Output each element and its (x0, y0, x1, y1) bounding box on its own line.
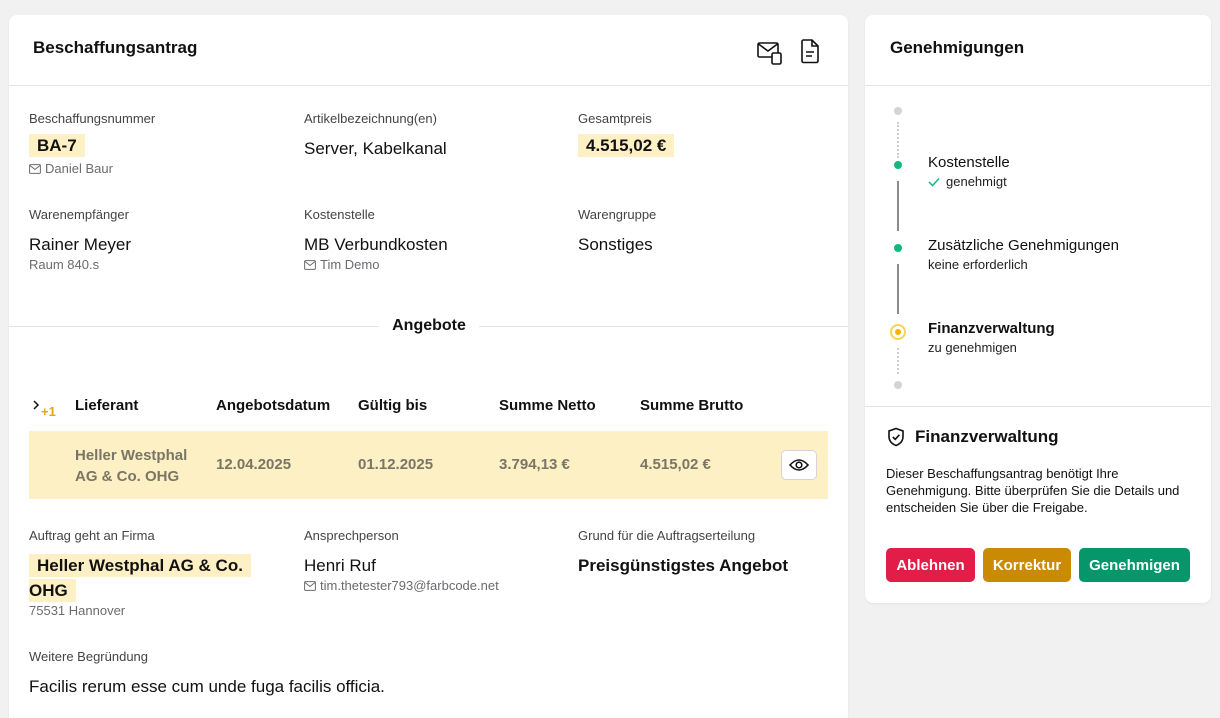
step-pending-dot (895, 329, 901, 335)
document-icon-button[interactable] (795, 36, 825, 66)
mail-icon (304, 580, 316, 591)
gross-cell: 4.515,02 € (640, 456, 711, 473)
number-value: BA-7 (29, 134, 85, 157)
timeline-start-dot (894, 107, 902, 115)
number-user: Daniel Baur (29, 161, 113, 176)
timeline-connector (897, 181, 899, 231)
step-title-finance: Finanzverwaltung (928, 320, 1055, 337)
panel-title: Finanzverwaltung (915, 427, 1059, 446)
more-reason-label: Weitere Begründung (29, 649, 149, 664)
company-label: Auftrag geht an Firma (29, 528, 155, 543)
total-value: 4.515,02 € (578, 134, 675, 157)
chevron-right-icon (33, 400, 40, 410)
recipient-value: Rainer Meyer (29, 235, 132, 254)
mail-icon (29, 163, 41, 174)
expand-offers-toggle[interactable]: +1 (32, 396, 62, 420)
group-value: Sonstiges (578, 235, 653, 254)
correct-button[interactable]: Korrektur (983, 548, 1071, 582)
page-title: Beschaffungsantrag (33, 38, 198, 57)
number-label: Beschaffungsnummer (29, 111, 156, 126)
net-cell: 3.794,13 € (499, 456, 570, 473)
approvals-card: Genehmigungen Kostenstelle genehmigt Zus… (865, 15, 1211, 603)
request-card: Beschaffungsantrag Beschaffungsnummer BA… (9, 15, 848, 718)
reason-value: Preisgünstigstes Angebot (578, 556, 789, 575)
document-icon (801, 39, 819, 64)
panel-description: Dieser Beschaffungsantrag benötigt Ihre … (886, 466, 1180, 515)
mail-icon-button[interactable] (755, 37, 785, 67)
article-value: Server, Kabelkanal (304, 139, 447, 158)
recipient-label: Warenempfänger (29, 207, 129, 222)
mail-icon (304, 259, 316, 270)
col-header-supplier: Lieferant (75, 397, 139, 414)
contact-value: Henri Ruf (304, 556, 376, 575)
view-offer-button[interactable] (781, 450, 817, 480)
group-label: Warengruppe (578, 207, 657, 222)
company-value: Heller Westphal AG & Co. OHG (29, 553, 251, 603)
article-label: Artikelbezeichnung(en) (304, 111, 437, 126)
col-header-gross: Summe Brutto (640, 397, 744, 414)
offer-date-cell: 12.04.2025 (216, 456, 292, 473)
header-divider (9, 85, 848, 86)
col-header-net: Summe Netto (499, 397, 596, 414)
more-offers-count: +1 (41, 404, 56, 419)
col-header-valid-until: Gültig bis (358, 397, 428, 414)
shield-check-icon (888, 427, 904, 447)
costcenter-user: Tim Demo (304, 257, 379, 272)
timeline-connector (897, 264, 899, 314)
offers-section-title: Angebote (379, 317, 479, 335)
mail-attachment-icon (757, 42, 782, 65)
step-title-costcenter: Kostenstelle (928, 154, 1010, 171)
more-reason-value: Facilis rerum esse cum unde fuga facilis… (29, 677, 385, 696)
step-title-additional: Zusätzliche Genehmigungen (928, 237, 1119, 254)
step-status-costcenter: genehmigt (928, 174, 1007, 189)
step-done-dot (894, 161, 902, 169)
eye-icon (789, 459, 809, 471)
approvals-title: Genehmigungen (890, 38, 1025, 57)
costcenter-value: MB Verbundkosten (304, 235, 448, 254)
check-icon (928, 177, 940, 187)
contact-label: Ansprechperson (304, 528, 399, 543)
step-pending-ring (890, 324, 906, 340)
approvals-divider (865, 85, 1211, 86)
recipient-room: Raum 840.s (29, 257, 100, 272)
timeline-connector (897, 348, 899, 374)
costcenter-label: Kostenstelle (304, 207, 375, 222)
supplier-cell: Heller Westphal AG & Co. OHG (75, 447, 188, 485)
timeline-end-dot (894, 381, 902, 389)
total-label: Gesamtpreis (578, 111, 652, 126)
approve-button[interactable]: Genehmigen (1079, 548, 1190, 582)
company-city: 75531 Hannover (29, 603, 126, 618)
valid-until-cell: 01.12.2025 (358, 456, 434, 473)
panel-divider (865, 406, 1211, 407)
timeline-connector (897, 122, 899, 158)
step-done-dot (894, 244, 902, 252)
reason-label: Grund für die Auftragserteilung (578, 528, 756, 543)
step-status-finance: zu genehmigen (928, 340, 1017, 355)
contact-email: tim.thetester793@farbcode.net (304, 578, 499, 593)
step-status-additional: keine erforderlich (928, 257, 1028, 272)
reject-button[interactable]: Ablehnen (886, 548, 975, 582)
col-header-offer-date: Angebotsdatum (216, 397, 331, 414)
